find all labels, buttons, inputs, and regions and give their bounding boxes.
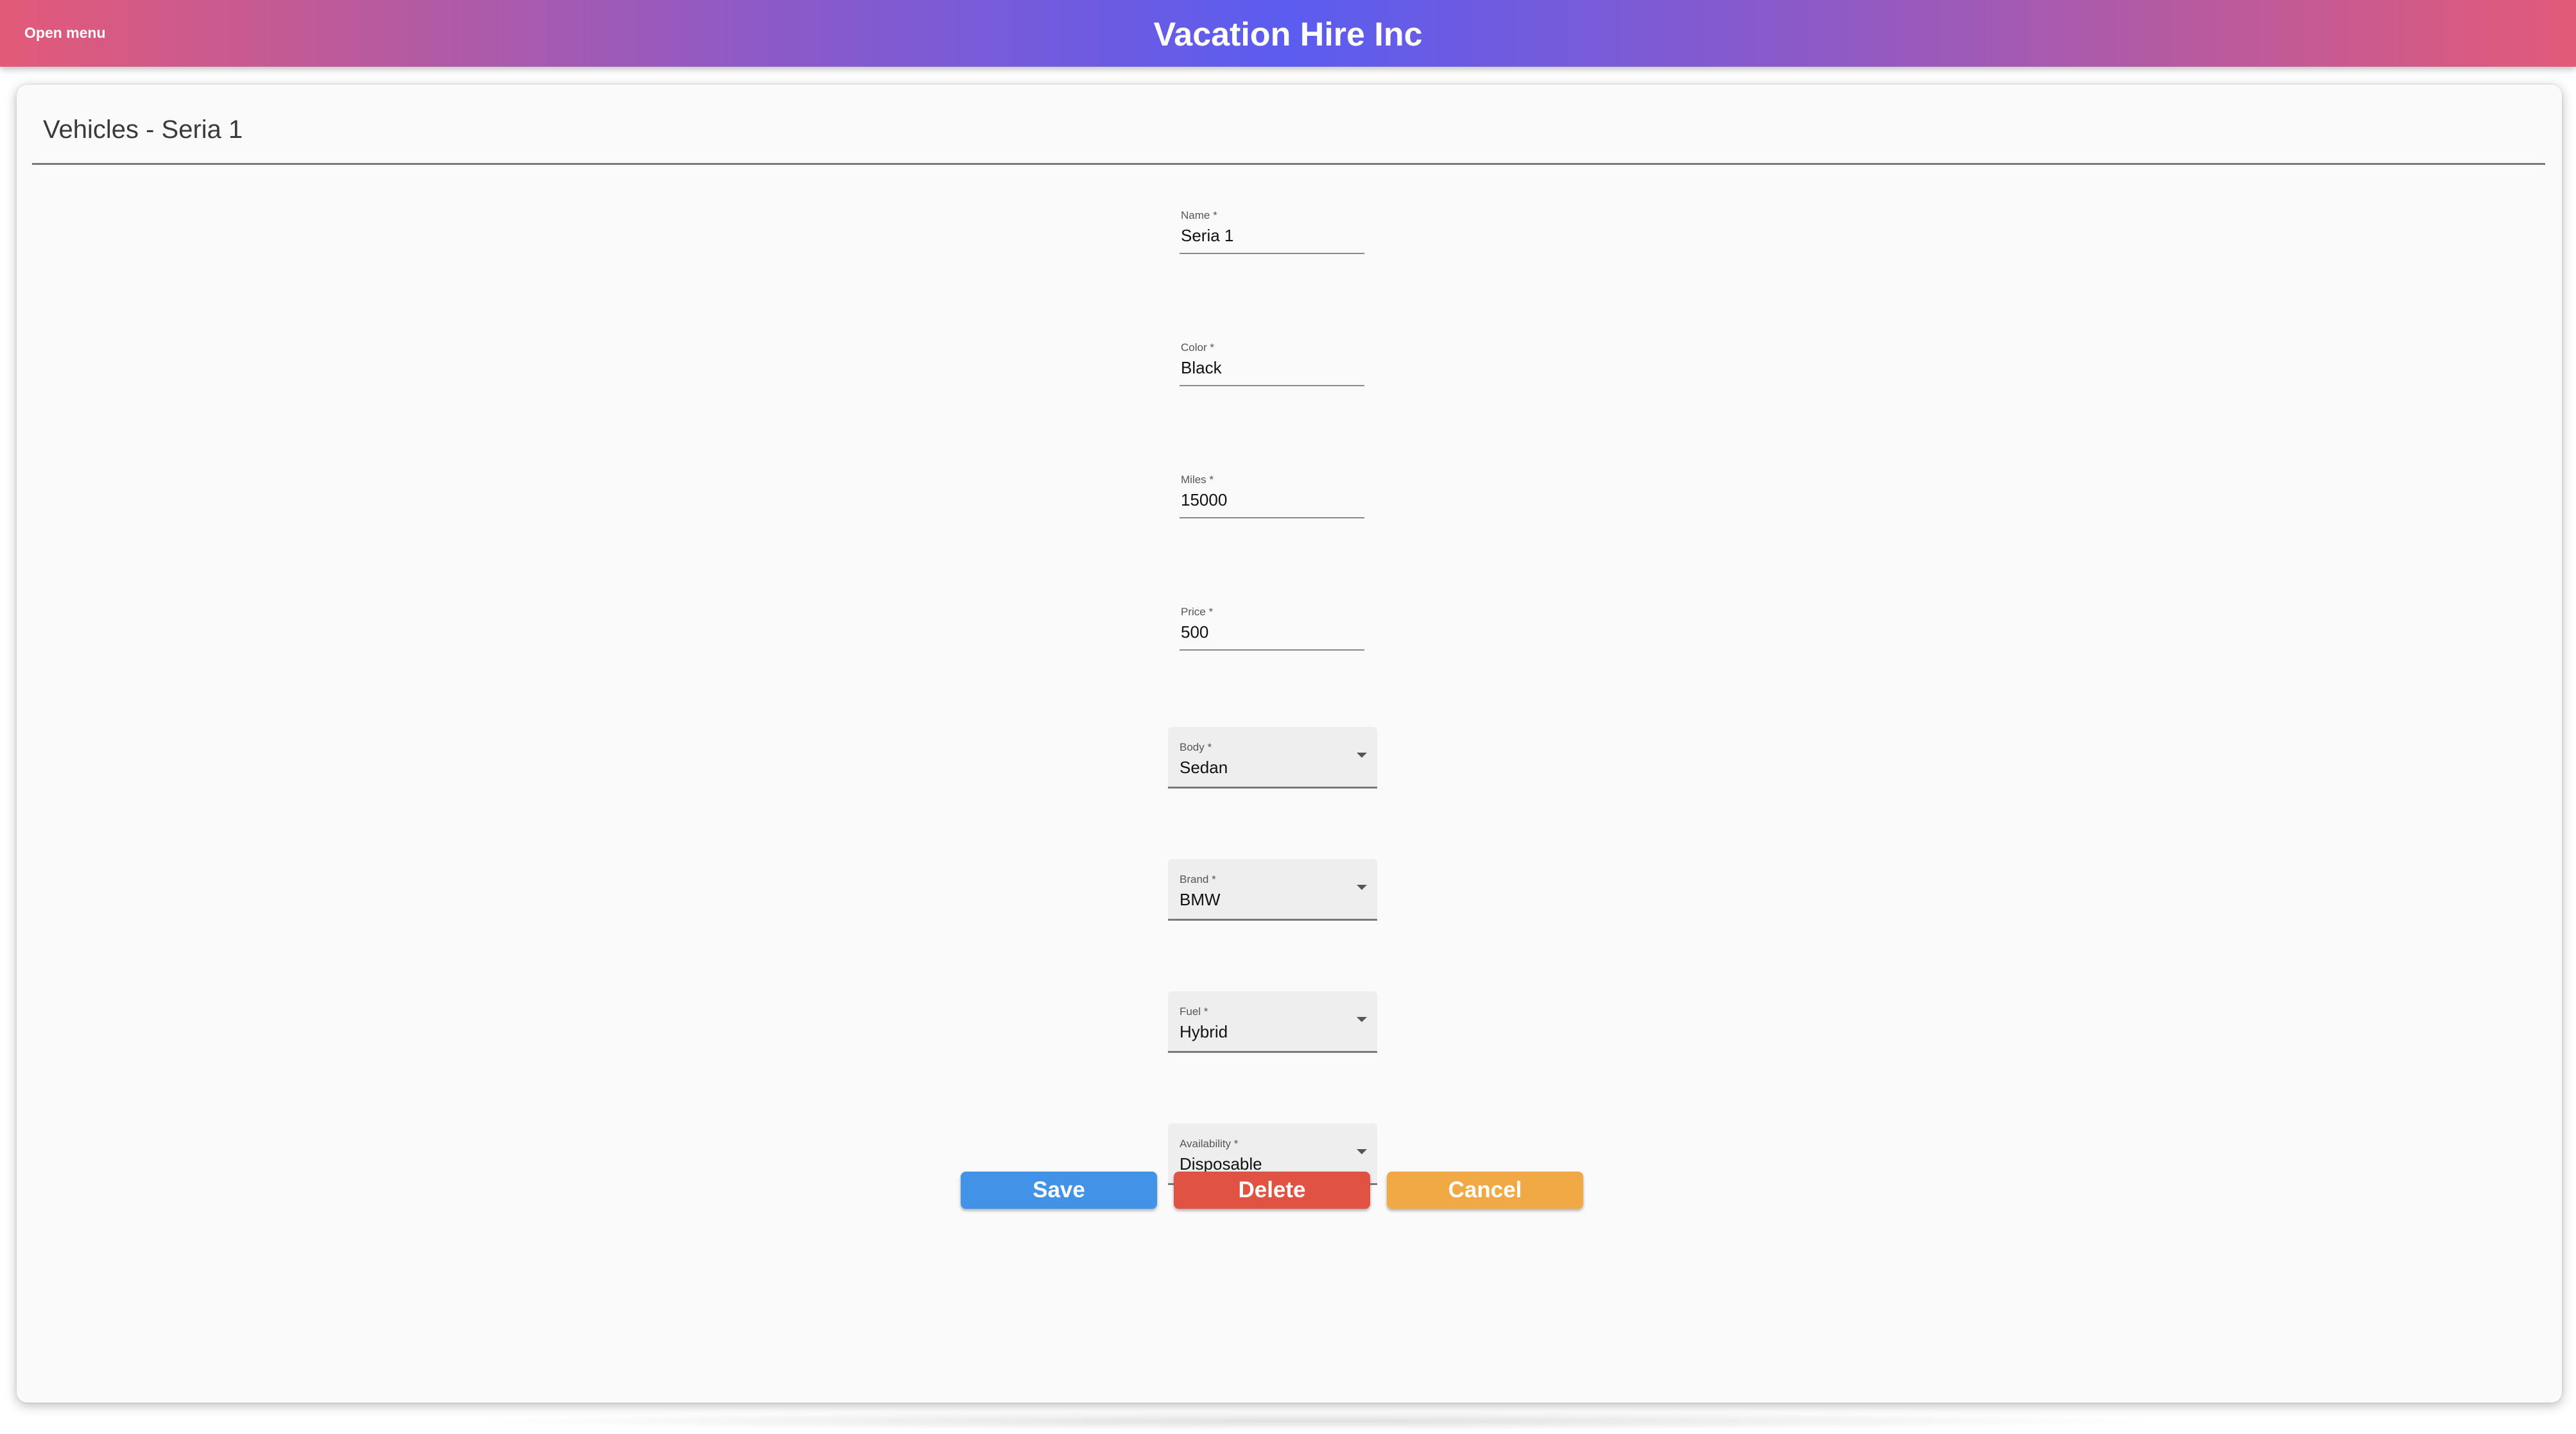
price-input[interactable] xyxy=(1181,622,1361,642)
delete-button[interactable]: Delete xyxy=(1174,1172,1370,1209)
cancel-button[interactable]: Cancel xyxy=(1387,1172,1583,1209)
miles-field: Miles * xyxy=(1180,474,1364,520)
miles-field-label: Miles * xyxy=(1181,474,1214,486)
caret-down-icon xyxy=(1357,1017,1367,1022)
app-title: Vacation Hire Inc xyxy=(1153,16,1423,53)
brand-select-value: BMW xyxy=(1180,890,1221,909)
miles-field-underline xyxy=(1180,517,1364,518)
title-divider xyxy=(32,163,2545,165)
brand-select[interactable]: Brand * BMW xyxy=(1168,859,1377,921)
brand-select-label: Brand * xyxy=(1180,873,1216,885)
save-button[interactable]: Save xyxy=(961,1172,1157,1209)
fuel-select-underline xyxy=(1168,1051,1377,1053)
page-title: Vehicles - Seria 1 xyxy=(43,115,243,144)
bottom-shadow xyxy=(449,1412,2182,1431)
body-select-underline xyxy=(1168,787,1377,789)
app-header: Open menu Vacation Hire Inc xyxy=(0,0,2576,67)
body-select-value: Sedan xyxy=(1180,758,1228,777)
body-select-label: Body * xyxy=(1180,741,1212,753)
price-field-underline xyxy=(1180,649,1364,651)
miles-input[interactable] xyxy=(1181,490,1361,510)
caret-down-icon xyxy=(1357,753,1367,758)
fuel-select-label: Fuel * xyxy=(1180,1005,1208,1018)
body-select[interactable]: Body * Sedan xyxy=(1168,727,1377,789)
caret-down-icon xyxy=(1357,1149,1367,1154)
fuel-select[interactable]: Fuel * Hybrid xyxy=(1168,991,1377,1053)
name-field-label: Name * xyxy=(1181,209,1217,221)
caret-down-icon xyxy=(1357,885,1367,890)
color-field-underline xyxy=(1180,385,1364,386)
color-field: Color * xyxy=(1180,341,1364,388)
name-field: Name * xyxy=(1180,209,1364,255)
color-field-label: Color * xyxy=(1181,341,1214,354)
brand-select-underline xyxy=(1168,919,1377,921)
fuel-select-value: Hybrid xyxy=(1180,1022,1228,1041)
color-input[interactable] xyxy=(1181,358,1361,378)
name-input[interactable] xyxy=(1181,226,1361,246)
availability-select-label: Availability * xyxy=(1180,1138,1239,1150)
price-field: Price * xyxy=(1180,606,1364,652)
price-field-label: Price * xyxy=(1181,606,1214,618)
name-field-underline xyxy=(1180,253,1364,254)
